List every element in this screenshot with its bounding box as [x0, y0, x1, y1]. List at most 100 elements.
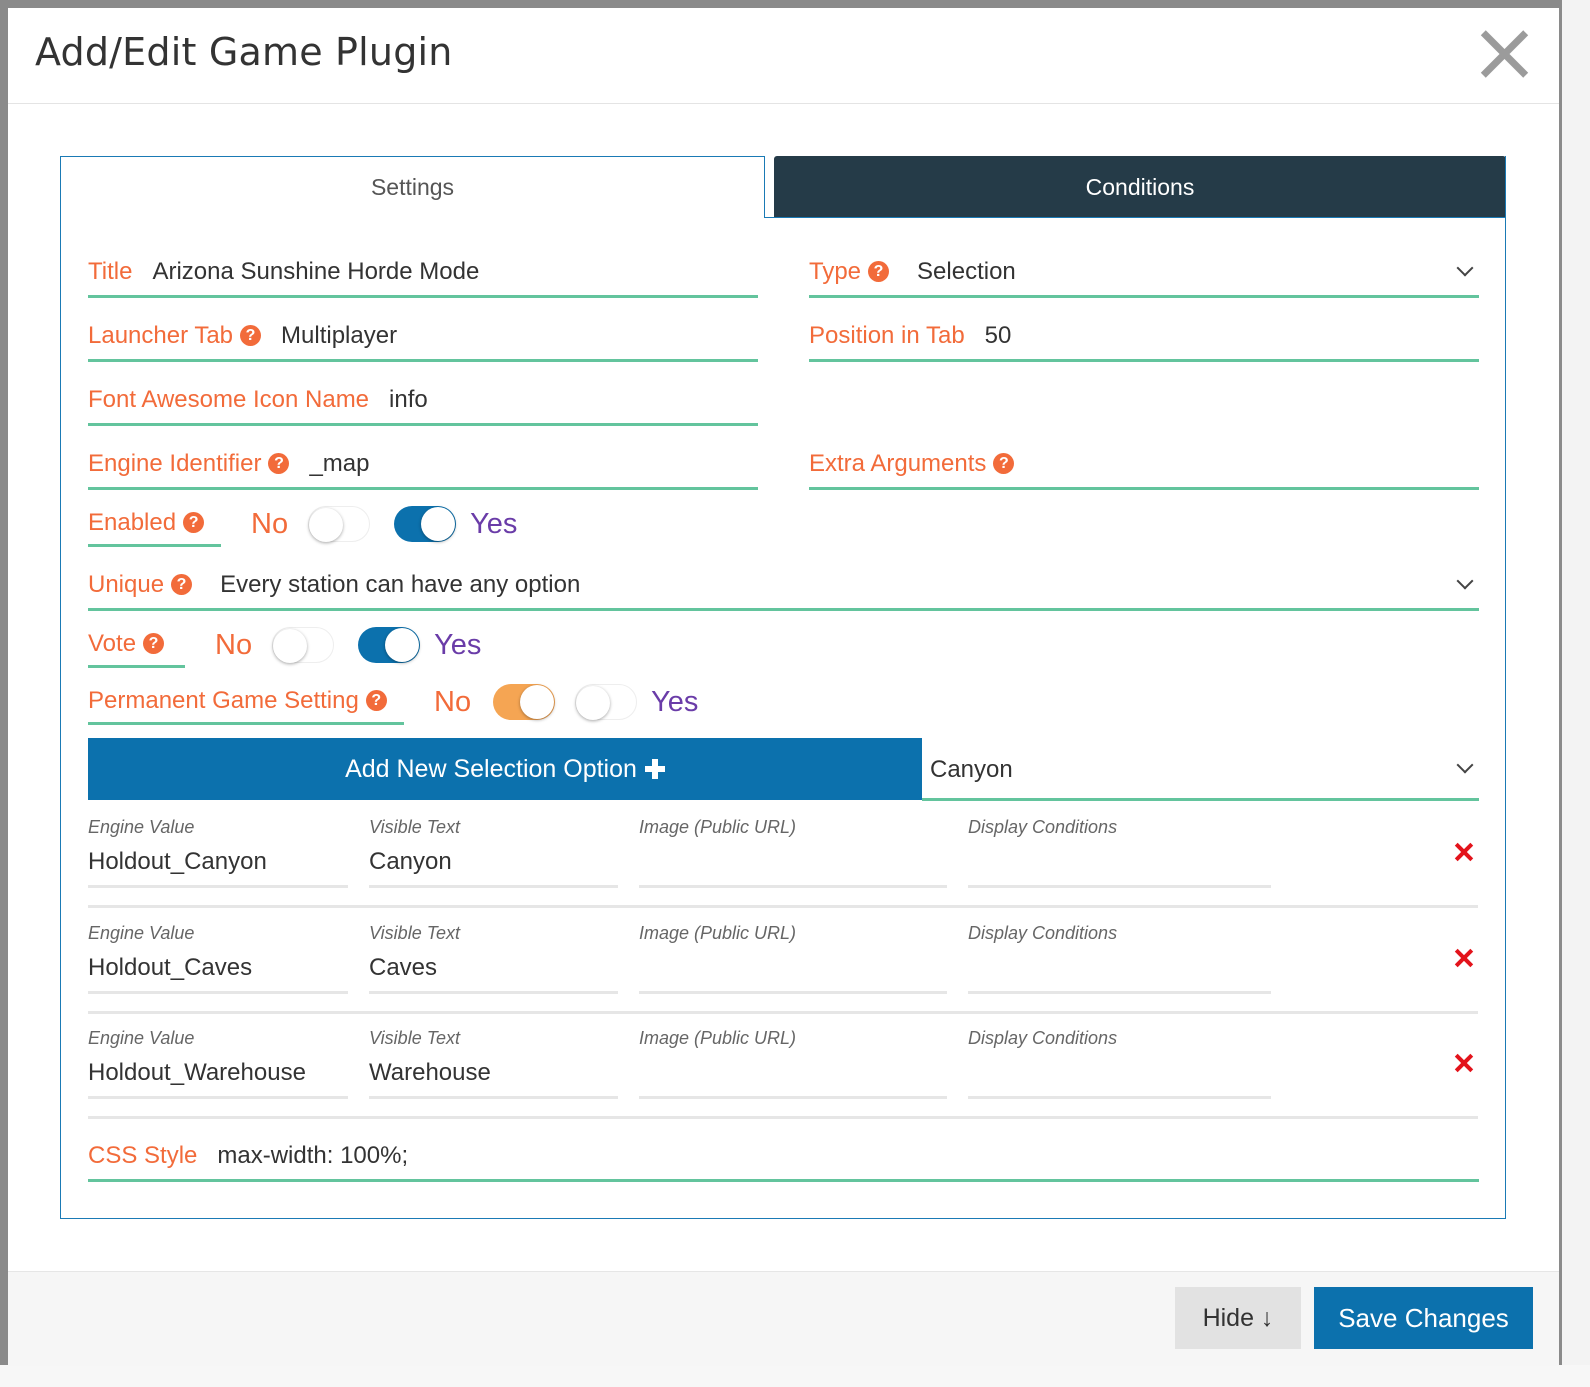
- enabled-no-switch[interactable]: [308, 506, 371, 542]
- engine-value-field[interactable]: Engine Value Holdout_Caves: [88, 910, 348, 994]
- modal-header: Add/Edit Game Plugin: [8, 8, 1559, 104]
- css-style-field[interactable]: CSS Style max-width: 100%;: [88, 1132, 1479, 1182]
- visible-text-field[interactable]: Visible Text Caves: [369, 910, 618, 994]
- visible-text-header: Visible Text: [369, 817, 461, 837]
- default-option-value: Canyon: [930, 755, 1013, 783]
- launcher-tab-label: Launcher Tab: [88, 321, 234, 349]
- visible-text-input[interactable]: Warehouse: [369, 1059, 491, 1087]
- panel-divider: [765, 217, 1506, 218]
- display-conditions-header: Display Conditions: [968, 1028, 1118, 1048]
- launcher-tab-field[interactable]: Launcher Tab? Multiplayer: [88, 312, 758, 362]
- enabled-yes-label: Yes: [470, 507, 518, 540]
- engine-value-header: Engine Value: [88, 923, 195, 943]
- position-in-tab-label: Position in Tab: [809, 321, 965, 349]
- engine-identifier-input[interactable]: _map: [309, 450, 369, 478]
- extra-arguments-label: Extra Arguments: [809, 449, 987, 477]
- position-in-tab-input[interactable]: 50: [985, 322, 1012, 350]
- display-conditions-header: Display Conditions: [968, 923, 1118, 943]
- icon-name-input[interactable]: info: [389, 386, 428, 414]
- list-item: Engine Value Holdout_Warehouse Visible T…: [88, 1015, 1478, 1119]
- list-item: Engine Value Holdout_Canyon Visible Text…: [88, 804, 1478, 908]
- type-label: Type: [809, 257, 862, 285]
- permanent-no-label: No: [434, 685, 472, 718]
- delete-option-icon[interactable]: [1454, 1053, 1474, 1073]
- icon-name-field[interactable]: Font Awesome Icon Name info: [88, 376, 758, 426]
- image-url-field[interactable]: Image (Public URL): [639, 804, 947, 888]
- launcher-tab-input[interactable]: Multiplayer: [281, 322, 397, 350]
- vote-toggle-row: Vote? No Yes: [88, 620, 481, 670]
- vote-no-switch[interactable]: [272, 627, 335, 663]
- engine-value-header: Engine Value: [88, 1028, 195, 1048]
- list-item: Engine Value Holdout_Caves Visible Text …: [88, 910, 1478, 1014]
- enabled-yes-switch[interactable]: [394, 506, 457, 542]
- visible-text-header: Visible Text: [369, 1028, 461, 1048]
- type-value: Selection: [917, 257, 1016, 285]
- vote-yes-switch[interactable]: [358, 627, 421, 663]
- question-circle-icon[interactable]: ?: [868, 261, 890, 282]
- plugin-modal: Add/Edit Game Plugin Settings Conditions…: [8, 8, 1559, 1366]
- title-field[interactable]: Title Arizona Sunshine Horde Mode: [88, 248, 758, 298]
- question-circle-icon[interactable]: ?: [993, 453, 1015, 474]
- modal-title: Add/Edit Game Plugin: [35, 30, 453, 74]
- visible-text-input[interactable]: Canyon: [369, 848, 452, 876]
- chevron-down-icon: [1456, 259, 1474, 277]
- image-url-field[interactable]: Image (Public URL): [639, 1015, 947, 1099]
- modal-footer: Hide ↓ Save Changes: [8, 1271, 1559, 1366]
- icon-name-label: Font Awesome Icon Name: [88, 385, 370, 413]
- enabled-label: Enabled: [88, 508, 177, 536]
- question-circle-icon[interactable]: ?: [365, 690, 387, 711]
- engine-value-input[interactable]: Holdout_Canyon: [88, 848, 267, 876]
- close-icon[interactable]: [1477, 28, 1531, 82]
- display-conditions-field[interactable]: Display Conditions: [968, 1015, 1271, 1099]
- engine-identifier-field[interactable]: Engine Identifier? _map: [88, 440, 758, 490]
- save-changes-button[interactable]: Save Changes: [1314, 1287, 1533, 1349]
- default-option-select[interactable]: Canyon: [922, 741, 1479, 801]
- title-input[interactable]: Arizona Sunshine Horde Mode: [152, 258, 479, 286]
- hide-button[interactable]: Hide ↓: [1175, 1287, 1301, 1349]
- image-url-header: Image (Public URL): [639, 1028, 797, 1048]
- type-select[interactable]: Type? Selection: [809, 248, 1479, 298]
- css-style-label: CSS Style: [88, 1141, 198, 1169]
- permanent-no-switch[interactable]: [493, 684, 556, 720]
- image-url-header: Image (Public URL): [639, 817, 797, 837]
- unique-select[interactable]: Unique? Every station can have any optio…: [88, 561, 1479, 611]
- permanent-label: Permanent Game Setting: [88, 686, 359, 714]
- chevron-down-icon: [1456, 756, 1474, 774]
- question-circle-icon[interactable]: ?: [268, 453, 290, 474]
- display-conditions-field[interactable]: Display Conditions: [968, 804, 1271, 888]
- engine-value-header: Engine Value: [88, 817, 195, 837]
- vote-yes-label: Yes: [434, 628, 482, 661]
- background-page-edge: [1562, 0, 1590, 1387]
- vote-no-label: No: [215, 628, 253, 661]
- add-selection-option-button[interactable]: Add New Selection Option: [88, 738, 922, 800]
- visible-text-field[interactable]: Visible Text Warehouse: [369, 1015, 618, 1099]
- image-url-header: Image (Public URL): [639, 923, 797, 943]
- question-circle-icon[interactable]: ?: [183, 512, 205, 533]
- engine-value-field[interactable]: Engine Value Holdout_Canyon: [88, 804, 348, 888]
- question-circle-icon[interactable]: ?: [240, 325, 262, 346]
- visible-text-field[interactable]: Visible Text Canyon: [369, 804, 618, 888]
- permanent-yes-label: Yes: [651, 685, 699, 718]
- enabled-no-label: No: [251, 507, 289, 540]
- background-page-bottom: [0, 1365, 1590, 1387]
- permanent-yes-switch[interactable]: [575, 684, 638, 720]
- delete-option-icon[interactable]: [1454, 948, 1474, 968]
- question-circle-icon[interactable]: ?: [171, 574, 193, 595]
- position-in-tab-field[interactable]: Position in Tab 50: [809, 312, 1479, 362]
- image-url-field[interactable]: Image (Public URL): [639, 910, 947, 994]
- extra-arguments-field[interactable]: Extra Arguments?: [809, 440, 1479, 490]
- display-conditions-field[interactable]: Display Conditions: [968, 910, 1271, 994]
- engine-identifier-label: Engine Identifier: [88, 449, 262, 477]
- engine-value-input[interactable]: Holdout_Warehouse: [88, 1059, 306, 1087]
- delete-option-icon[interactable]: [1454, 842, 1474, 862]
- add-selection-option-label: Add New Selection Option: [345, 754, 637, 783]
- engine-value-field[interactable]: Engine Value Holdout_Warehouse: [88, 1015, 348, 1099]
- visible-text-input[interactable]: Caves: [369, 954, 437, 982]
- plus-icon: [644, 759, 665, 779]
- engine-value-input[interactable]: Holdout_Caves: [88, 954, 252, 982]
- unique-value: Every station can have any option: [220, 570, 581, 598]
- unique-label: Unique: [88, 570, 165, 598]
- enabled-toggle-row: Enabled? No Yes: [88, 499, 517, 549]
- question-circle-icon[interactable]: ?: [143, 633, 165, 654]
- css-style-input[interactable]: max-width: 100%;: [217, 1142, 408, 1170]
